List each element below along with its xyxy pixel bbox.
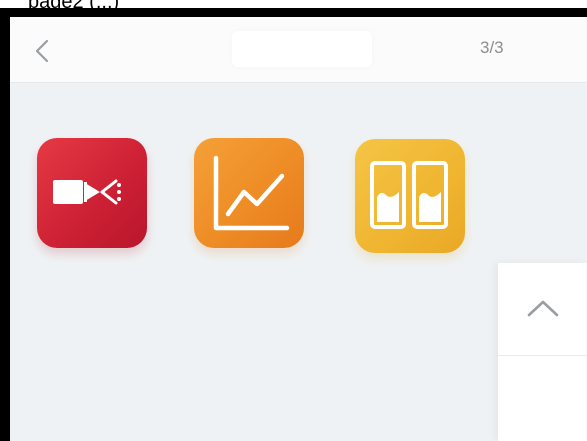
back-button[interactable] xyxy=(22,31,62,71)
header-bar: 3/3 xyxy=(10,17,587,83)
line-chart-icon xyxy=(213,155,290,231)
dual-container-app[interactable] xyxy=(355,139,465,253)
chevron-up-icon xyxy=(527,300,558,317)
collapse-button[interactable] xyxy=(498,263,587,353)
page-title xyxy=(232,31,372,67)
dual-container-icon xyxy=(370,161,448,229)
spray-nozzle-app[interactable] xyxy=(37,138,147,248)
panel-divider xyxy=(498,355,587,356)
side-panel xyxy=(498,263,587,441)
page-indicator: 3/3 xyxy=(480,38,504,57)
spray-nozzle-icon xyxy=(53,179,121,205)
chevron-left-icon xyxy=(35,39,49,63)
line-chart-app[interactable] xyxy=(194,138,304,248)
